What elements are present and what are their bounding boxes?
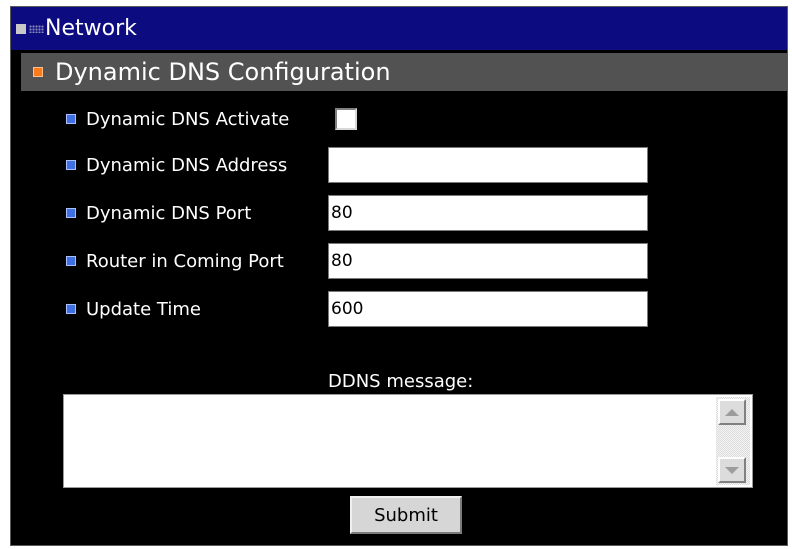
- submit-button[interactable]: Submit: [350, 496, 462, 534]
- update-time-label: Update Time: [86, 299, 201, 320]
- section-title: Dynamic DNS Configuration: [55, 58, 391, 86]
- field-row-activate: Dynamic DNS Activate: [11, 101, 787, 137]
- orange-square-bullet-icon: [33, 67, 43, 77]
- router-port-label: Router in Coming Port: [86, 251, 284, 272]
- blue-square-bullet-icon: [66, 256, 76, 266]
- field-row-port: Dynamic DNS Port: [11, 195, 787, 231]
- message-scrollbar[interactable]: [716, 397, 750, 485]
- arrow-down-icon: [725, 466, 739, 474]
- blue-square-bullet-icon: [66, 160, 76, 170]
- page-title: Network: [45, 16, 137, 41]
- activate-checkbox[interactable]: [335, 108, 357, 130]
- scroll-down-button[interactable]: [718, 457, 746, 483]
- section-header: Dynamic DNS Configuration: [21, 53, 787, 91]
- ddns-message-textarea[interactable]: [63, 394, 753, 488]
- field-row-router-port: Router in Coming Port: [11, 243, 787, 279]
- arrow-up-icon: [725, 408, 739, 416]
- port-label: Dynamic DNS Port: [86, 203, 252, 224]
- blue-square-bullet-icon: [66, 114, 76, 124]
- port-input[interactable]: [328, 195, 648, 231]
- title-bar: Network: [11, 7, 787, 50]
- field-row-address: Dynamic DNS Address: [11, 147, 787, 183]
- update-time-input[interactable]: [328, 291, 648, 327]
- blue-square-bullet-icon: [66, 208, 76, 218]
- window-menu-icon: [16, 19, 44, 39]
- scroll-up-button[interactable]: [718, 399, 746, 425]
- blue-square-bullet-icon: [66, 304, 76, 314]
- field-row-update-time: Update Time: [11, 291, 787, 327]
- network-panel: Network Dynamic DNS Configuration Dynami…: [10, 6, 788, 546]
- address-input[interactable]: [328, 147, 648, 183]
- activate-label: Dynamic DNS Activate: [86, 109, 290, 130]
- address-label: Dynamic DNS Address: [86, 155, 288, 176]
- router-port-input[interactable]: [328, 243, 648, 279]
- ddns-message-label: DDNS message:: [328, 371, 474, 392]
